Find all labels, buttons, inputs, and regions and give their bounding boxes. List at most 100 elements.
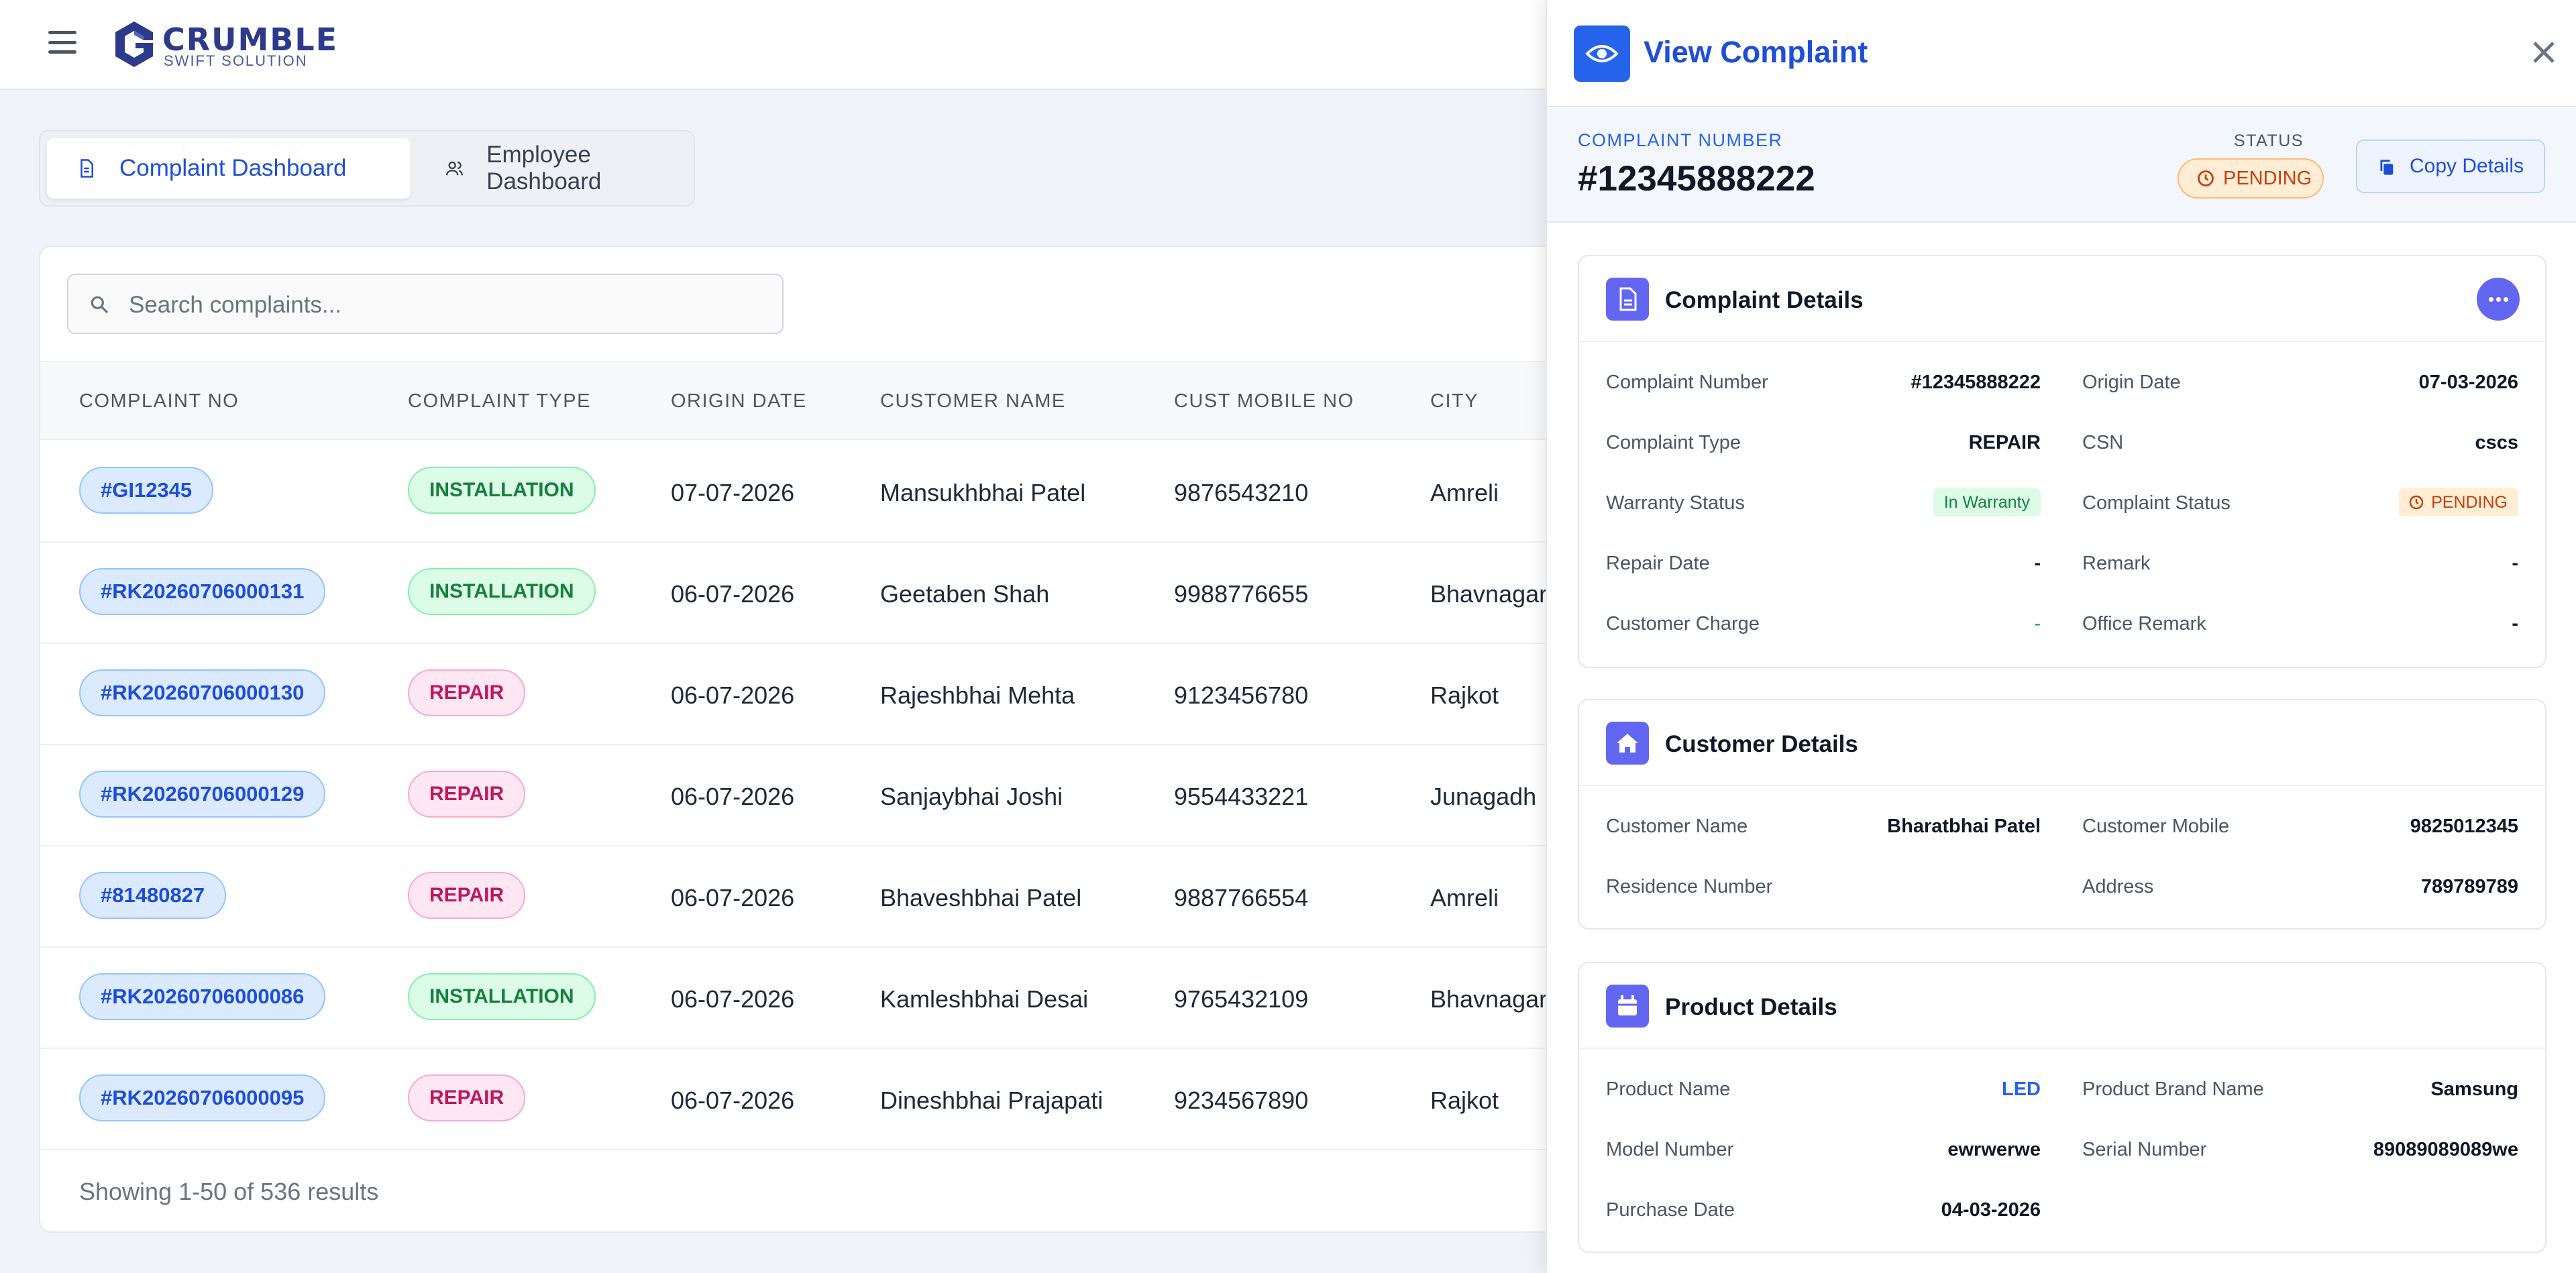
table-row[interactable]: #RK20260706000086 INSTALLATION 06-07-2026 K… — [40, 948, 1594, 1049]
field-label: Complaint Number — [1606, 372, 1768, 393]
customer-name-cell: Sanjaybhai Joshi — [880, 783, 1063, 810]
calendar-icon — [1618, 995, 1637, 1015]
mobile-cell: 9887766554 — [1174, 884, 1309, 911]
customer-details-section: Customer Details Customer Name Bharatbha… — [1578, 699, 2546, 930]
pagination-summary: Showing 1-50 of 536 results — [79, 1178, 379, 1205]
copy-details-button[interactable]: Copy Details — [2356, 140, 2545, 193]
city-cell: Rajkot — [1430, 681, 1499, 709]
field-label: Warranty Status — [1606, 492, 1745, 514]
users-icon — [446, 161, 464, 176]
mobile-cell: 9765432109 — [1174, 985, 1309, 1013]
field-label: CSN — [2082, 432, 2124, 453]
field-label: Remark — [2082, 553, 2151, 574]
status-text: PENDING — [2223, 168, 2312, 189]
column-header[interactable]: COMPLAINT NO — [79, 390, 239, 412]
mobile-cell: 9988776655 — [1174, 580, 1309, 608]
origin-date-cell: 06-07-2026 — [671, 783, 795, 810]
search-box — [67, 274, 784, 334]
clock-icon — [2409, 495, 2424, 510]
city-cell: Bhavnagar — [1430, 985, 1548, 1013]
table-row[interactable]: #RK20260706000095 REPAIR 06-07-2026 Dineshb… — [40, 1049, 1594, 1150]
complaint-number-pill[interactable]: #GI12345 — [79, 467, 214, 514]
drawer-title: View Complaint — [1644, 35, 1868, 69]
search-input[interactable] — [129, 287, 759, 323]
origin-date-cell: 06-07-2026 — [671, 1087, 795, 1114]
field-value: 04-03-2026 — [1941, 1199, 2041, 1221]
complaint-number-pill[interactable]: #RK20260706000095 — [79, 1074, 326, 1121]
drawer-header: View Complaint — [1547, 0, 2576, 107]
field-label: Office Remark — [2082, 613, 2206, 634]
field-value: 789789789 — [2420, 876, 2518, 897]
more-options-button[interactable] — [2477, 278, 2520, 321]
table-row[interactable]: #GI12345 INSTALLATION 07-07-2026 Mansukhbha… — [40, 441, 1594, 543]
section-icon-box — [1606, 722, 1649, 765]
logo[interactable]: CRUMBLE SWIFT SOLUTION — [113, 20, 341, 69]
status-label: STATUS — [2234, 131, 2304, 150]
field-label: Complaint Type — [1606, 432, 1741, 453]
logo-tagline: SWIFT SOLUTION — [164, 52, 308, 69]
complaints-card: COMPLAINT NO COMPLAINT TYPE ORIGIN DATE … — [39, 245, 1595, 1233]
table-row[interactable]: #81480827 REPAIR 06-07-2026 Bhaveshbhai Pat… — [40, 846, 1594, 948]
field-value: - — [2034, 553, 2041, 574]
tab-employee-dashboard[interactable]: Employee Dashboard — [416, 138, 691, 199]
complaint-summary: COMPLAINT NUMBER #12345888222 STATUS PEN… — [1547, 109, 2576, 223]
field-value: ewrwerwe — [1947, 1139, 2041, 1160]
customer-name-cell: Kamleshbhai Desai — [880, 985, 1089, 1013]
city-cell: Amreli — [1430, 884, 1499, 911]
warranty-badge: In Warranty — [1933, 488, 2041, 516]
tab-complaint-dashboard[interactable]: Complaint Dashboard — [47, 138, 411, 199]
field-value: LED — [2002, 1078, 2041, 1100]
origin-date-cell: 06-07-2026 — [671, 580, 795, 608]
column-header[interactable]: CUST MOBILE NO — [1174, 390, 1354, 412]
city-cell: Junagadh — [1430, 783, 1537, 810]
origin-date-cell: 06-07-2026 — [671, 985, 795, 1013]
column-header[interactable]: CITY — [1430, 390, 1479, 412]
close-icon[interactable] — [2528, 36, 2560, 68]
complaint-type-badge: REPAIR — [408, 1074, 526, 1121]
customer-name-cell: Dineshbhai Prajapati — [880, 1087, 1104, 1114]
tab-label: Employee Dashboard — [486, 142, 602, 195]
status-badge: PENDING — [2178, 158, 2324, 199]
origin-date-cell: 06-07-2026 — [671, 681, 795, 709]
field-value: - — [2512, 613, 2518, 634]
table-row[interactable]: #RK20260706000129 REPAIR 06-07-2026 Sanjayb… — [40, 745, 1594, 846]
field-label: Address — [2082, 876, 2154, 897]
column-header[interactable]: COMPLAINT TYPE — [408, 390, 591, 412]
section-title: Product Details — [1665, 994, 1837, 1020]
home-icon — [1617, 734, 1638, 753]
origin-date-cell: 06-07-2026 — [671, 884, 795, 911]
field-label: Customer Name — [1606, 816, 1748, 837]
field-value: cscs — [2475, 432, 2518, 453]
field-value: #12345888222 — [1911, 372, 2041, 393]
complaint-number-pill[interactable]: #RK20260706000131 — [79, 568, 326, 615]
customer-name-cell: Mansukhbhai Patel — [880, 479, 1086, 506]
section-header: Product Details — [1579, 963, 2545, 1049]
column-header[interactable]: CUSTOMER NAME — [880, 390, 1066, 412]
complaint-number-pill[interactable]: #RK20260706000129 — [79, 771, 326, 818]
field-label: Customer Charge — [1606, 613, 1760, 634]
field-value: 07-03-2026 — [2418, 372, 2518, 393]
complaint-status-text: PENDING — [2431, 493, 2508, 512]
field-label: Residence Number — [1606, 876, 1773, 897]
complaint-type-badge: INSTALLATION — [408, 973, 596, 1020]
complaint-number: #12345888222 — [1578, 159, 1815, 199]
section-icon-box — [1606, 985, 1649, 1028]
copy-details-label: Copy Details — [2410, 155, 2524, 177]
menu-icon[interactable] — [48, 31, 76, 54]
table-row[interactable]: #RK20260706000130 REPAIR 06-07-2026 Rajeshb… — [40, 644, 1594, 745]
field-value: 89089089089we — [2373, 1139, 2518, 1160]
field-value: REPAIR — [1968, 432, 2041, 453]
complaint-type-badge: REPAIR — [408, 669, 526, 716]
mobile-cell: 9554433221 — [1174, 783, 1309, 810]
complaint-number-pill[interactable]: #81480827 — [79, 872, 227, 919]
origin-date-cell: 07-07-2026 — [671, 479, 795, 506]
complaint-number-label: COMPLAINT NUMBER — [1578, 130, 1783, 150]
mobile-cell: 9234567890 — [1174, 1087, 1309, 1114]
table-row[interactable]: #RK20260706000131 INSTALLATION 06-07-2026 G… — [40, 543, 1594, 644]
column-header[interactable]: ORIGIN DATE — [671, 390, 807, 412]
field-value: 9825012345 — [2410, 816, 2518, 837]
complaint-number-pill[interactable]: #RK20260706000086 — [79, 973, 326, 1020]
complaint-number-pill[interactable]: #RK20260706000130 — [79, 669, 326, 716]
city-cell: Rajkot — [1430, 1087, 1499, 1114]
section-title: Complaint Details — [1665, 287, 1864, 313]
